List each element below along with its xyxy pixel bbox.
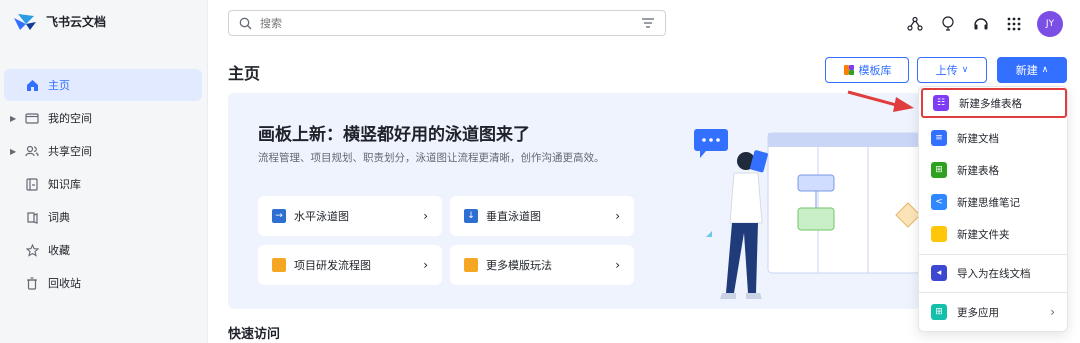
menu-divider	[919, 292, 1067, 293]
sidebar: 飞书云文档 主页 ▶ 我的空间 ▶ 共享空间 知识库 词典 收藏 回收站	[0, 0, 208, 343]
upload-label: 上传	[935, 64, 958, 77]
import-icon: ◂	[931, 265, 947, 281]
new-button[interactable]: 新建 ∧	[997, 57, 1067, 83]
menu-item-label: 新建表格	[957, 164, 999, 177]
chevron-right-icon: ›	[615, 258, 620, 272]
doc-icon: ≡	[931, 130, 947, 146]
mindnote-icon: <	[931, 194, 947, 210]
banner-title: 画板上新：横竖都好用的泳道图来了	[258, 125, 530, 145]
menu-item-new-mindnote[interactable]: < 新建思维笔记	[921, 187, 1067, 217]
app-root: 飞书云文档 主页 ▶ 我的空间 ▶ 共享空间 知识库 词典 收藏 回收站 搜索 …	[0, 0, 1080, 343]
upload-button[interactable]: 上传 ∨	[917, 57, 987, 83]
template-library-button[interactable]: 模板库	[825, 57, 909, 83]
menu-item-label: 新建文档	[957, 132, 999, 145]
menu-item-label: 导入为在线文档	[957, 267, 1031, 280]
sidebar-item-label: 我的空间	[48, 112, 92, 125]
sidebar-item-home[interactable]: 主页	[4, 69, 202, 101]
sidebar-item-label: 回收站	[48, 277, 81, 290]
lightbulb-icon[interactable]	[938, 14, 958, 34]
sidebar-item-trash[interactable]: 回收站	[4, 267, 202, 299]
sidebar-item-label: 主页	[48, 79, 70, 92]
vertical-swimlane-icon: ↓	[464, 209, 478, 223]
promo-banner: 画板上新：横竖都好用的泳道图来了 流程管理、项目规划、职责划分，泳道图让流程更清…	[228, 93, 920, 309]
sidebar-item-shared-space[interactable]: ▶ 共享空间	[4, 135, 202, 167]
search-bar[interactable]	[228, 10, 666, 36]
sidebar-item-label: 词典	[48, 211, 70, 224]
swimlane-illustration	[694, 129, 920, 299]
bitable-icon: ☷	[933, 95, 949, 111]
brand[interactable]: 飞书云文档	[12, 10, 106, 32]
project-flow-icon	[272, 258, 286, 272]
project-flow-card[interactable]: 项目研发流程图 ›	[258, 245, 442, 285]
folder-icon	[24, 110, 40, 126]
new-label: 新建	[1015, 64, 1038, 77]
sidebar-item-label: 共享空间	[48, 145, 92, 158]
chevron-down-icon: ∨	[961, 65, 969, 75]
banner-subtitle: 流程管理、项目规划、职责划分，泳道图让流程更清晰，创作沟通更高效。	[258, 152, 605, 164]
book-icon	[24, 176, 40, 192]
gift-icon	[464, 258, 478, 272]
sidebar-item-favorites[interactable]: 收藏	[4, 234, 202, 266]
trash-icon	[24, 275, 40, 291]
menu-item-label: 新建多维表格	[959, 97, 1022, 110]
chevron-right-icon: ›	[1050, 305, 1055, 319]
search-icon	[239, 17, 252, 29]
new-dropdown-menu: ☷ 新建多维表格 ≡ 新建文档 ⊞ 新建表格 < 新建思维笔记 新建文件夹 ◂ …	[918, 86, 1068, 332]
page-title: 主页	[228, 64, 261, 83]
filter-icon[interactable]	[641, 17, 655, 29]
star-icon	[24, 242, 40, 258]
menu-item-label: 更多应用	[957, 306, 999, 319]
menu-item-new-folder[interactable]: 新建文件夹	[921, 219, 1067, 249]
dictionary-icon	[24, 209, 40, 225]
menu-item-new-bitable[interactable]: ☷ 新建多维表格	[921, 88, 1067, 118]
card-label: 更多模版玩法	[486, 259, 552, 272]
expand-caret-icon[interactable]: ▶	[10, 147, 16, 156]
horizontal-swimlane-icon: →	[272, 209, 286, 223]
annotation-arrow-icon	[847, 90, 914, 112]
users-icon	[24, 143, 40, 159]
expand-caret-icon[interactable]: ▶	[10, 114, 16, 123]
sidebar-nav: 主页 ▶ 我的空间 ▶ 共享空间 知识库 词典 收藏 回收站	[4, 69, 202, 300]
sidebar-item-my-space[interactable]: ▶ 我的空间	[4, 102, 202, 134]
sidebar-item-label: 收藏	[48, 244, 70, 257]
chevron-right-icon: ›	[423, 209, 428, 223]
menu-item-more-apps[interactable]: ⊞ 更多应用 ›	[921, 297, 1067, 327]
menu-item-label: 新建文件夹	[957, 228, 1010, 241]
toolbar-icons: JY	[905, 11, 1063, 37]
home-icon	[24, 77, 40, 93]
chevron-right-icon: ›	[423, 258, 428, 272]
quick-access-title: 快速访问	[228, 327, 281, 342]
template-icon	[843, 65, 854, 75]
sidebar-item-dictionary[interactable]: 词典	[4, 201, 202, 233]
sidebar-item-wiki[interactable]: 知识库	[4, 168, 202, 200]
headset-icon[interactable]	[971, 14, 991, 34]
card-label: 垂直泳道图	[486, 210, 541, 223]
menu-item-new-doc[interactable]: ≡ 新建文档	[921, 123, 1067, 153]
card-label: 水平泳道图	[294, 210, 349, 223]
menu-item-new-sheet[interactable]: ⊞ 新建表格	[921, 155, 1067, 185]
card-label: 项目研发流程图	[294, 259, 371, 272]
chevron-right-icon: ›	[615, 209, 620, 223]
menu-divider	[919, 254, 1067, 255]
chevron-up-icon: ∧	[1041, 65, 1049, 75]
horizontal-swimlane-card[interactable]: → 水平泳道图 ›	[258, 196, 442, 236]
sheet-icon: ⊞	[931, 162, 947, 178]
more-templates-card[interactable]: 更多模版玩法 ›	[450, 245, 634, 285]
apps-icon: ⊞	[931, 304, 947, 320]
app-name: 飞书云文档	[46, 14, 107, 29]
menu-item-import[interactable]: ◂ 导入为在线文档	[921, 258, 1067, 288]
share-network-icon[interactable]	[905, 14, 925, 34]
template-library-label: 模板库	[858, 64, 892, 77]
sidebar-item-label: 知识库	[48, 178, 81, 191]
folder-icon	[931, 226, 947, 242]
feishu-logo-icon	[14, 14, 36, 30]
search-input[interactable]	[260, 16, 633, 30]
menu-item-label: 新建思维笔记	[957, 196, 1020, 209]
apps-grid-icon[interactable]	[1004, 14, 1024, 34]
user-avatar[interactable]: JY	[1037, 11, 1063, 37]
vertical-swimlane-card[interactable]: ↓ 垂直泳道图 ›	[450, 196, 634, 236]
